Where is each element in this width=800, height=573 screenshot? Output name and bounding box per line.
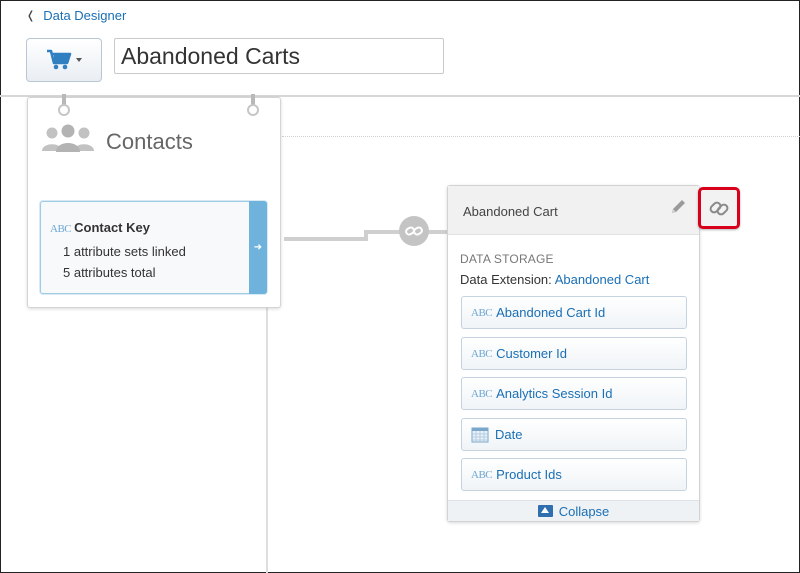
contacts-card: Contacts ABC Contact Key 1 attribute set… (27, 94, 281, 308)
abandoned-cart-card: Abandoned Cart DATA STORAGE Data Extensi… (447, 185, 700, 522)
attribute-field[interactable]: ABC Abandoned Cart Id (461, 296, 687, 329)
pin-icon (247, 94, 259, 118)
contact-key-box[interactable]: ABC Contact Key 1 attribute sets linked … (40, 201, 267, 294)
data-storage-label: DATA STORAGE (460, 252, 554, 266)
link-relationship-button[interactable] (698, 187, 740, 229)
pencil-icon[interactable] (668, 197, 688, 217)
card-header: Abandoned Cart (448, 186, 699, 235)
arrow-right-icon: ➜ (253, 242, 263, 253)
collapse-icon (537, 505, 553, 517)
card-title: Abandoned Cart (463, 204, 558, 219)
people-icon (42, 124, 94, 152)
canvas-guide (282, 136, 800, 137)
attribute-field[interactable]: ABC Analytics Session Id (461, 377, 687, 410)
chain-link-icon (405, 226, 423, 236)
relationship-connector (284, 237, 366, 241)
text-type-icon: ABC (471, 347, 493, 360)
shopping-cart-icon (47, 49, 72, 70)
attribute-field[interactable]: ABC Customer Id (461, 337, 687, 370)
relationship-line (266, 300, 268, 573)
attribute-label: Abandoned Cart Id (496, 305, 606, 320)
icon-picker-button[interactable] (26, 38, 102, 82)
breadcrumb: ❬ Data Designer (26, 8, 126, 23)
collapse-button[interactable]: Collapse (448, 500, 699, 521)
attribute-label: Date (495, 427, 523, 442)
link-icon (709, 201, 729, 216)
card-title: Contacts (106, 129, 193, 154)
data-extension-line: Data Extension: Abandoned Cart (460, 272, 649, 287)
chevron-left-icon[interactable]: ❬ (26, 9, 35, 23)
attribute-label: Product Ids (496, 467, 562, 482)
text-type-icon: ABC (471, 387, 493, 400)
expand-tab[interactable]: ➜ (249, 201, 267, 294)
chevron-down-icon (76, 58, 82, 62)
text-type-icon: ABC (50, 223, 72, 235)
attribute-group-name-input[interactable] (114, 38, 444, 74)
text-type-icon: ABC (471, 468, 493, 481)
data-extension-prefix: Data Extension: (460, 272, 552, 287)
attribute-field[interactable]: Date (461, 418, 687, 451)
relationship-link-icon[interactable] (399, 216, 429, 246)
collapse-label: Collapse (558, 503, 610, 519)
pin-icon (58, 94, 70, 118)
attribute-label: Customer Id (496, 346, 567, 361)
text-type-icon: ABC (471, 306, 493, 319)
data-extension-link[interactable]: Abandoned Cart (555, 272, 650, 287)
calendar-icon (471, 427, 489, 442)
attribute-field[interactable]: ABC Product Ids (461, 458, 687, 491)
contact-key-name: Contact Key (74, 220, 150, 235)
linked-sets-text: 1 attribute sets linked (63, 244, 186, 259)
contact-key-title: ABC Contact Key (50, 220, 150, 235)
breadcrumb-link[interactable]: Data Designer (43, 8, 126, 23)
attribute-label: Analytics Session Id (496, 386, 613, 401)
attributes-total-text: 5 attributes total (63, 265, 156, 280)
